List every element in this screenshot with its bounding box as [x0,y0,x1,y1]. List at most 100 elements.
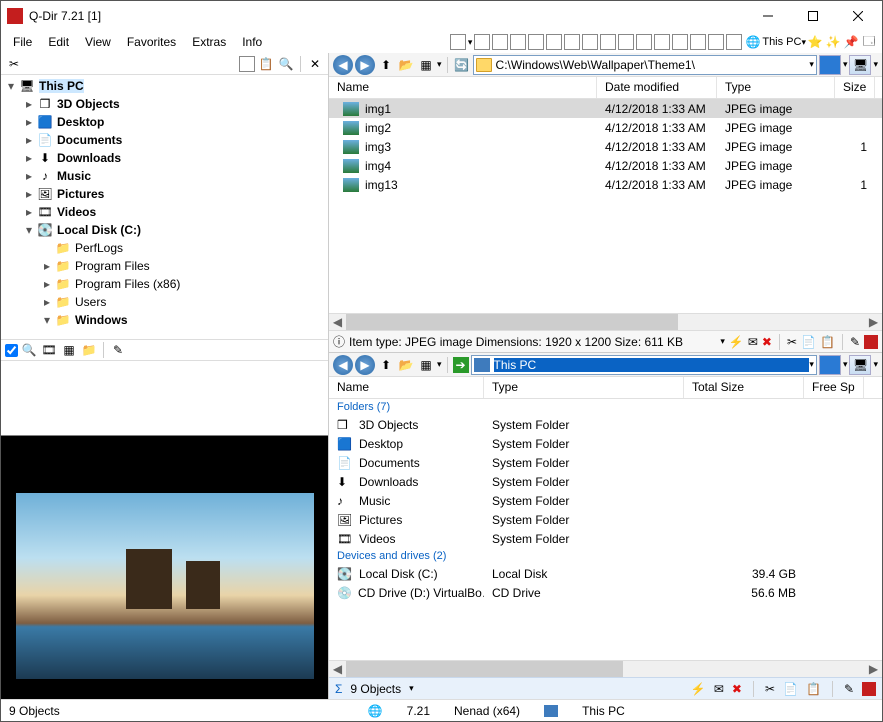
monitor-icon[interactable]: 🖥 [849,355,871,375]
preview-toggle[interactable] [5,344,18,357]
color-button[interactable] [819,55,841,75]
expand-icon[interactable]: ▸ [23,205,35,219]
layout-icon[interactable] [450,34,466,50]
mail-icon[interactable]: ✉ [748,335,758,349]
tree-node[interactable]: ▾ 🖥 This PC [1,77,328,95]
file-row[interactable]: 🎞Videos System Folder [329,529,882,548]
tree-node[interactable]: ▸ ♪ Music [1,167,328,185]
column-header[interactable]: Free Sp [804,377,864,398]
expand-icon[interactable]: ▸ [23,169,35,183]
file-row[interactable]: 📄Documents System Folder [329,453,882,472]
tree-node[interactable]: ▸ 📄 Documents [1,131,328,149]
tree-node[interactable]: ▸ 🟦 Desktop [1,113,328,131]
layout-icon[interactable] [492,34,508,50]
up-icon[interactable]: ⬆ [377,56,395,74]
group-header[interactable]: Devices and drives (2) [329,548,882,564]
tree-tool-icon[interactable]: ✂ [5,55,23,73]
view-icon[interactable]: ▦ [417,56,435,74]
layout-icon[interactable] [654,34,670,50]
layout-icon[interactable] [582,34,598,50]
tree-node[interactable]: ▸ 🎞 Videos [1,203,328,221]
menu-favorites[interactable]: Favorites [119,33,184,51]
view-icon[interactable]: ▦ [417,356,435,374]
folder-icon[interactable]: 📁 [80,341,98,359]
pane2-header[interactable]: NameTypeTotal SizeFree Sp [329,377,882,399]
app-icon[interactable] [864,335,878,349]
expand-icon[interactable]: ▸ [41,259,53,273]
expand-icon[interactable]: ▸ [23,115,35,129]
layout-icon[interactable] [474,34,490,50]
file-row[interactable]: img3 4/12/2018 1:33 AM JPEG image 1 [329,137,882,156]
group-header[interactable]: Folders (7) [329,399,882,415]
tree-node[interactable]: ▾ 📁 Windows [1,311,328,329]
layout-icon[interactable] [708,34,724,50]
column-header[interactable]: Name [329,377,484,398]
expand-icon[interactable]: ▸ [23,97,35,111]
folder-tree[interactable]: ▾ 🖥 This PC ▸ ❒ 3D Objects ▸ 🟦 Desktop ▸… [1,75,328,339]
back-button[interactable]: ◀ [333,355,353,375]
tree-node[interactable]: 📁 PerfLogs [1,239,328,257]
layout-icon[interactable] [690,34,706,50]
menu-view[interactable]: View [77,33,119,51]
file-row[interactable]: img4 4/12/2018 1:33 AM JPEG image [329,156,882,175]
minimize-button[interactable] [745,2,790,30]
expand-icon[interactable]: ▸ [23,187,35,201]
layout-icon[interactable] [600,34,616,50]
pane2-address[interactable]: This PC ▾ [471,355,817,375]
tree-node[interactable]: ▸ 📁 Program Files [1,257,328,275]
pane1-hscroll[interactable]: ◀▶ [329,313,882,330]
pin-icon[interactable]: 📌 [842,33,860,51]
paste-icon[interactable]: 📋 [820,335,835,349]
mail-icon[interactable]: ✉ [714,682,724,696]
back-button[interactable]: ◀ [333,55,353,75]
copy-icon[interactable]: 📄 [801,335,816,349]
column-header[interactable]: Date modified [597,77,717,98]
cut-icon[interactable]: ✂ [787,335,797,349]
paste-icon[interactable]: 📋 [806,682,821,696]
search-icon[interactable]: 🔍 [277,55,295,73]
cut-icon[interactable]: ✂ [765,682,775,696]
forward-button[interactable]: ▶ [355,55,375,75]
menu-file[interactable]: File [5,33,40,51]
grid-icon[interactable]: ▦ [60,341,78,359]
menu-info[interactable]: Info [234,33,270,51]
column-header[interactable]: Type [717,77,835,98]
tool-icon[interactable]: ✎ [109,341,127,359]
copy-icon[interactable]: 📋 [257,55,275,73]
file-row[interactable]: ♪Music System Folder [329,491,882,510]
maximize-button[interactable] [790,2,835,30]
folder-open-icon[interactable]: 📂 [397,56,415,74]
star-icon[interactable]: ⭐ [806,33,824,51]
tree-node[interactable]: ▾ 💽 Local Disk (C:) [1,221,328,239]
file-row[interactable]: img13 4/12/2018 1:33 AM JPEG image 1 [329,175,882,194]
layout-icon[interactable] [564,34,580,50]
color-button[interactable] [819,355,841,375]
layout-icon[interactable] [618,34,634,50]
go-icon[interactable]: ➔ [453,357,469,373]
close-pane-icon[interactable]: ✕ [306,55,324,73]
window-icon[interactable]: 🗔 [860,33,878,51]
file-row[interactable]: img2 4/12/2018 1:33 AM JPEG image [329,118,882,137]
folder-open-icon[interactable]: 📂 [397,356,415,374]
layout-icon[interactable] [546,34,562,50]
pane1-list[interactable]: img1 4/12/2018 1:33 AM JPEG image img2 4… [329,99,882,313]
pane2-list[interactable]: Folders (7) ❒3D Objects System Folder 🟦D… [329,399,882,660]
layout-icon[interactable] [636,34,652,50]
app-icon[interactable] [862,682,876,696]
file-row[interactable]: ❒3D Objects System Folder [329,415,882,434]
up-icon[interactable]: ⬆ [377,356,395,374]
menu-edit[interactable]: Edit [40,33,77,51]
tree-node[interactable]: ▸ ❒ 3D Objects [1,95,328,113]
column-header[interactable]: Type [484,377,684,398]
expand-icon[interactable]: ▸ [41,295,53,309]
refresh-icon[interactable]: 🔄 [453,56,471,74]
layout-icon[interactable] [726,34,742,50]
tree-node[interactable]: ▸ 🖼 Pictures [1,185,328,203]
tree-node[interactable]: ▸ 📁 Users [1,293,328,311]
location-dropdown[interactable]: This PC [762,36,801,48]
menu-extras[interactable]: Extras [184,33,234,51]
bolt-icon[interactable]: ⚡ [691,682,706,696]
wand-icon[interactable]: ✨ [824,33,842,51]
expand-icon[interactable]: ▸ [23,151,35,165]
file-row[interactable]: 💿CD Drive (D:) VirtualBo… CD Drive 56.6 … [329,583,882,602]
